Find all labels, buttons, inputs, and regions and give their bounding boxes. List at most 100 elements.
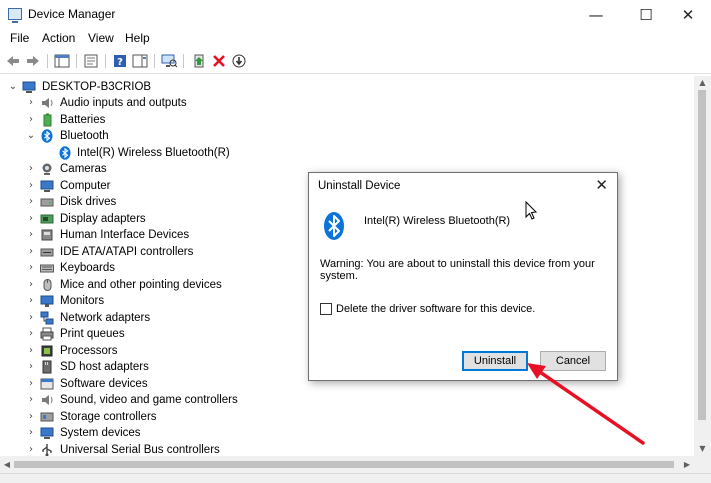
horizontal-scroll-thumb[interactable]: [14, 461, 674, 468]
bluetooth-icon: [41, 129, 53, 143]
delete-driver-checkbox-label[interactable]: Delete the driver software for this devi…: [336, 303, 535, 315]
horizontal-scrollbar[interactable]: ◀ ▶: [0, 456, 694, 473]
tree-category-label: IDE ATA/ATAPI controllers: [60, 246, 194, 258]
cancel-button[interactable]: Cancel: [540, 351, 606, 371]
chevron-right-icon[interactable]: ›: [26, 293, 36, 309]
mouse-icon: [43, 279, 52, 291]
action-pane-icon[interactable]: [132, 53, 148, 69]
speaker-icon: [42, 98, 53, 108]
help-icon[interactable]: ?: [112, 53, 128, 69]
show-hide-console-tree-icon[interactable]: [54, 53, 70, 69]
chevron-right-icon[interactable]: ›: [26, 227, 36, 243]
chevron-right-icon[interactable]: ›: [26, 392, 36, 408]
chevron-right-icon[interactable]: ›: [26, 112, 36, 128]
dialog-device-name: Intel(R) Wireless Bluetooth(R): [364, 215, 511, 227]
printer-icon: [40, 327, 54, 341]
delete-driver-checkbox[interactable]: [320, 303, 332, 315]
tree-category-label: Audio inputs and outputs: [60, 97, 187, 109]
disk-drive-icon: [40, 198, 54, 207]
chevron-right-icon[interactable]: ›: [26, 442, 36, 456]
chevron-right-icon[interactable]: ›: [26, 343, 36, 359]
battery-icon: [43, 113, 52, 127]
uninstall-device-dialog: Uninstall Device ✕ Intel(R) Wireless Blu…: [308, 172, 618, 381]
tree-category[interactable]: › Storage controllers: [0, 409, 690, 425]
network-adapter-icon: [40, 311, 54, 325]
dialog-close-button[interactable]: ✕: [595, 176, 608, 194]
chevron-right-icon[interactable]: ›: [26, 409, 36, 425]
uninstall-device-icon[interactable]: [211, 53, 227, 69]
tree-category-label: Cameras: [60, 163, 107, 175]
scroll-left-icon[interactable]: ◀: [0, 456, 14, 473]
menu-help[interactable]: Help: [125, 31, 150, 45]
tree-root[interactable]: ⌄ DESKTOP-B3CRIOB: [0, 79, 690, 95]
toolbar-separator: [154, 54, 155, 68]
properties-icon[interactable]: [83, 53, 99, 69]
scroll-up-icon[interactable]: ▲: [694, 76, 711, 90]
forward-arrow-icon[interactable]: [25, 53, 41, 69]
system-device-icon: [40, 427, 54, 439]
menu-action[interactable]: Action: [42, 31, 75, 45]
chevron-right-icon[interactable]: ›: [26, 359, 36, 375]
chevron-right-icon[interactable]: ›: [26, 194, 36, 210]
menu-bar: File Action View Help: [0, 30, 711, 48]
chevron-right-icon[interactable]: ›: [26, 211, 36, 227]
chevron-right-icon[interactable]: ›: [26, 178, 36, 194]
toolbar-separator: [105, 54, 106, 68]
tree-category-label: Disk drives: [60, 196, 117, 208]
chevron-down-icon[interactable]: ⌄: [26, 128, 36, 144]
dialog-title: Uninstall Device: [318, 180, 401, 192]
tree-device[interactable]: Intel(R) Wireless Bluetooth(R): [0, 145, 690, 161]
tree-category[interactable]: › Batteries: [0, 112, 690, 128]
toolbar-separator: [47, 54, 48, 68]
tree-category-label: Computer: [60, 180, 111, 192]
title-bar: Device Manager — ☐ ✕: [0, 0, 711, 30]
chevron-down-icon[interactable]: ⌄: [8, 79, 18, 95]
back-arrow-icon[interactable]: [5, 53, 21, 69]
tree-category-label: Mice and other pointing devices: [60, 279, 222, 291]
tree-category-label: Software devices: [60, 378, 148, 390]
scan-hardware-icon[interactable]: [161, 53, 177, 69]
chevron-right-icon[interactable]: ›: [26, 326, 36, 342]
uninstall-button[interactable]: Uninstall: [462, 351, 528, 371]
tree-category-label: Storage controllers: [60, 411, 157, 423]
scroll-down-icon[interactable]: ▼: [694, 442, 711, 456]
chevron-right-icon[interactable]: ›: [26, 310, 36, 326]
toolbar: ?: [0, 49, 711, 74]
tree-category[interactable]: › System devices: [0, 425, 690, 441]
tree-category-label: Keyboards: [60, 262, 115, 274]
maximize-button[interactable]: ☐: [623, 0, 669, 30]
minimize-button[interactable]: —: [573, 0, 619, 30]
bluetooth-icon: [324, 212, 344, 240]
tree-category[interactable]: › Universal Serial Bus controllers: [0, 442, 690, 456]
tree-category-label: Network adapters: [60, 312, 151, 324]
disable-device-icon[interactable]: [231, 53, 247, 69]
chevron-right-icon[interactable]: ›: [26, 161, 36, 177]
close-button[interactable]: ✕: [665, 0, 711, 30]
tree-category-label: System devices: [60, 427, 141, 439]
scroll-right-icon[interactable]: ▶: [680, 456, 694, 473]
tree-category[interactable]: › Sound, video and game controllers: [0, 392, 690, 408]
tree-category[interactable]: › Audio inputs and outputs: [0, 95, 690, 111]
chevron-right-icon[interactable]: ›: [26, 376, 36, 392]
menu-file[interactable]: File: [10, 31, 29, 45]
tree-category-label: Batteries: [60, 114, 106, 126]
chevron-right-icon[interactable]: ›: [26, 244, 36, 260]
update-driver-icon[interactable]: [191, 53, 207, 69]
tree-category-label: SD host adapters: [60, 361, 149, 373]
vertical-scrollbar[interactable]: ▲ ▼: [694, 76, 711, 456]
tree-category[interactable]: ⌄ Bluetooth: [0, 128, 690, 144]
chevron-right-icon[interactable]: ›: [26, 95, 36, 111]
menu-view[interactable]: View: [88, 31, 114, 45]
tree-category-label: Sound, video and game controllers: [60, 394, 238, 406]
chevron-right-icon[interactable]: ›: [26, 277, 36, 293]
vertical-scroll-thumb[interactable]: [698, 90, 706, 420]
bluetooth-icon: [59, 146, 71, 160]
chevron-right-icon[interactable]: ›: [26, 425, 36, 441]
tree-category-label: Universal Serial Bus controllers: [60, 444, 220, 456]
keyboard-icon: [40, 264, 54, 273]
toolbar-separator: [76, 54, 77, 68]
chevron-right-icon[interactable]: ›: [26, 260, 36, 276]
tree-category-label: Human Interface Devices: [60, 229, 190, 241]
hid-icon: [41, 229, 53, 241]
tree-category-label: Processors: [60, 345, 118, 357]
